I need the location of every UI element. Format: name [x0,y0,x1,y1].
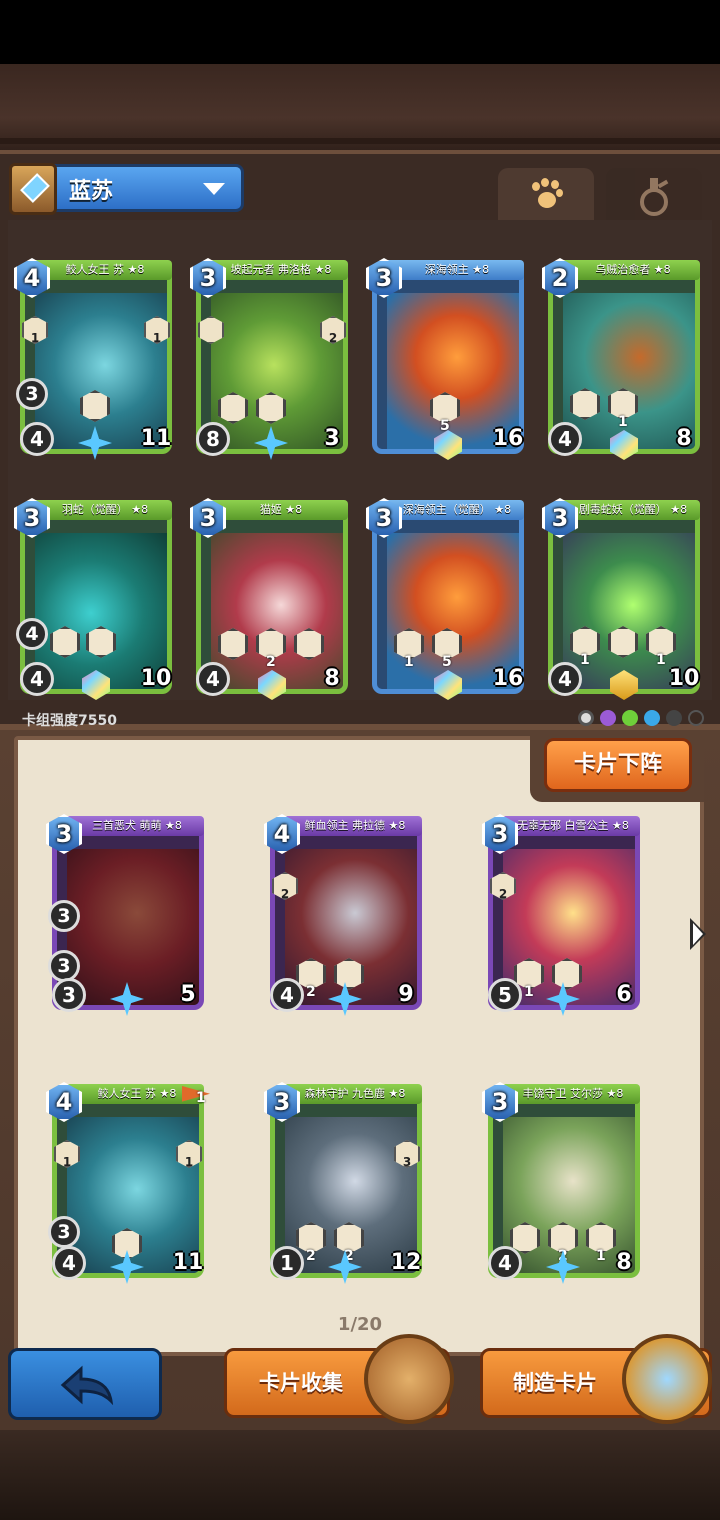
element-icons [578,710,704,726]
attack-stat: 3 [52,978,86,1012]
card-title: 三首恶犬 萌萌 ★8 [92,819,182,832]
card-title: 羽蛇（觉醒） ★8 [61,503,149,516]
collection-card[interactable]: 无辜无邪 白雪公主 ★8 2 1 3 5 6 [482,814,642,1016]
tab-pets[interactable] [498,168,594,224]
health-stat: 3 [314,422,350,456]
deck-card[interactable]: 剧毒蛇妖（觉醒） ★8 1 1 3 4 10 [542,498,702,700]
health-stat: 10 [666,662,702,696]
health-stat: 16 [490,662,526,696]
health-stat: 6 [606,978,642,1012]
deck-name: 蓝苏 [69,179,114,204]
status-bar-area [0,0,720,64]
deck-card[interactable]: 猫姬 ★8 2 3 4 8 [190,498,350,700]
card-title: 森林守护 九色鹿 ★8 [304,1087,406,1100]
collection-card[interactable]: 丰饶守卫 艾尔莎 ★8 2 1 3 4 8 [482,1082,642,1284]
attack-stat: 4 [548,422,582,456]
card-book-icon[interactable] [364,1334,454,1424]
dark-icon [600,710,616,726]
card-title: 鲜血领主 弗拉德 ★8 [304,819,406,832]
skill-level: 1 [596,1248,606,1264]
attack-stat: 5 [488,978,522,1012]
water-icon [644,710,660,726]
craft-card-label: 制造卡片 [513,1371,597,1395]
attack-stat: 4 [20,422,54,456]
deck-card[interactable]: 坡起元者 弗洛格 ★8 2 3 8 3 [190,258,350,460]
skill-level: 2 [266,654,276,670]
paw-icon [530,178,564,212]
deck-strength: 卡组强度7550 [22,713,117,729]
card-title: 猫姬 ★8 [259,503,303,516]
attack-stat: 4 [196,662,230,696]
card-title: 深海领主（觉醒） ★8 [402,503,512,516]
card-collection-label: 卡片收集 [259,1371,343,1395]
skill-level: 5 [442,654,452,670]
attack-stat: 8 [196,422,230,456]
deck-card[interactable]: 乌贼治愈者 ★8 1 2 4 8 [542,258,702,460]
paw-potion-icon[interactable] [622,1334,712,1424]
attack-stat: 4 [20,662,54,696]
next-page-arrow-icon[interactable] [690,918,706,950]
shadow-icon [666,710,682,726]
card-title: 鲛人女王 苏 ★8 [97,1087,177,1100]
deck-card[interactable]: 深海领主 ★8 5 3 16 [366,258,526,460]
potion-icon [640,178,669,216]
nature-icon [622,710,638,726]
card-title: 无辜无邪 白雪公主 ★8 [517,819,629,832]
deck-card[interactable]: 羽蛇（觉醒） ★8 4 3 4 10 [14,498,174,700]
deck-card[interactable]: 鲛人女王 苏 ★8 1 1 3 4 4 11 [14,258,174,460]
skill-level: 1 [580,652,590,668]
card-title: 剧毒蛇妖（觉醒） ★8 [578,503,688,516]
deck-selector[interactable]: 蓝苏 [9,163,244,215]
skill-level: 1 [524,984,534,1000]
armor-stat: 4 [16,618,48,650]
collection-card[interactable]: 森林守护 九色鹿 ★8 3 2 2 3 1 12 [264,1082,424,1284]
health-stat: 8 [666,422,702,456]
fire-icon [688,710,704,726]
card-title: 坡起元者 弗洛格 ★8 [230,263,332,276]
card-title: 深海领主 ★8 [424,263,490,276]
deck-book-icon [9,163,57,215]
card-title: 丰饶守卫 艾尔莎 ★8 [522,1087,624,1100]
health-stat: 12 [388,1246,424,1280]
tab-potions[interactable] [606,168,702,224]
health-stat: 8 [606,1246,642,1280]
armor-stat: 3 [48,1216,80,1248]
armor-stat: 3 [16,378,48,410]
back-button[interactable] [8,1348,162,1420]
chevron-down-icon [203,183,225,195]
armor-stat: 3 [48,950,80,982]
unload-card-button[interactable]: 卡片下阵 [544,738,692,792]
attack-stat: 4 [270,978,304,1012]
health-stat: 11 [138,422,174,456]
attack-stat: 4 [488,1246,522,1280]
health-stat: 8 [314,662,350,696]
health-stat: 11 [170,1246,206,1280]
attack-stat: 4 [52,1246,86,1280]
deck-panel: 蓝苏 鲛人女王 苏 ★8 1 1 3 4 4 11 坡起元者 弗洛格 ★8 2 … [0,150,720,730]
back-arrow-icon [60,1365,114,1405]
armor-stat: 3 [48,900,80,932]
collection-card[interactable]: 鲛人女王 苏 ★8 1 1 1 3 4 4 11 [46,1082,210,1284]
deck-card[interactable]: 深海领主（觉醒） ★8 1 5 3 16 [366,498,526,700]
neutral-icon [578,710,594,726]
health-stat: 10 [138,662,174,696]
attack-stat: 1 [270,1246,304,1280]
skill-level: 1 [404,654,414,670]
health-stat: 16 [490,422,526,456]
skill-level: 1 [618,414,628,430]
collection-card[interactable]: 三首恶犬 萌萌 ★8 3 3 3 3 5 [46,814,206,1016]
health-stat: 9 [388,978,424,1012]
bottom-bar [0,1430,720,1520]
page-indicator: 1/20 [337,1314,383,1335]
card-title: 乌贼治愈者 ★8 [595,263,671,276]
collection-card[interactable]: 鲜血领主 弗拉德 ★8 2 2 4 4 9 [264,814,424,1016]
skill-level: 2 [306,984,316,1000]
wood-header [0,64,720,154]
skill-level: 1 [656,652,666,668]
flag-count: 1 [196,1090,206,1106]
card-title: 鲛人女王 苏 ★8 [65,263,145,276]
attack-stat: 4 [548,662,582,696]
skill-level: 2 [306,1248,316,1264]
health-stat: 5 [170,978,206,1012]
